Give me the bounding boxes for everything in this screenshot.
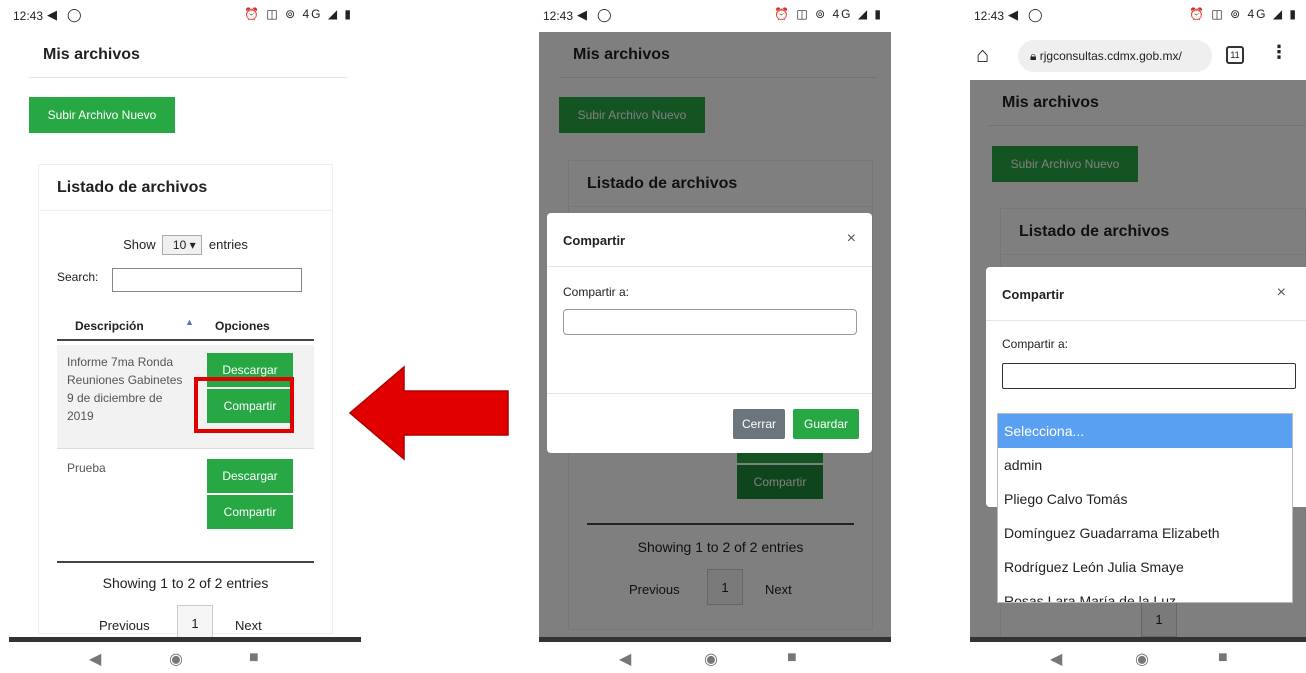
tabs-icon[interactable]: 11	[1226, 46, 1244, 64]
url-text: rjgconsultas.cdmx.gob.mx/	[1039, 49, 1182, 63]
android-nav-bar: ◀ ◉ ■	[9, 637, 361, 673]
whatsapp-icon: ◯	[597, 7, 612, 22]
whatsapp-icon: ◯	[1028, 7, 1043, 22]
telegram-icon: ◀	[577, 7, 587, 22]
recents-icon[interactable]: ■	[249, 649, 259, 667]
home-circle-icon[interactable]: ◉	[704, 649, 718, 669]
share-to-input[interactable]	[563, 309, 857, 335]
dropdown-option[interactable]: Rosas Lara María de la Luz	[998, 584, 1292, 602]
close-icon[interactable]: ×	[847, 230, 856, 248]
page-1-button[interactable]: 1	[177, 605, 213, 637]
nav-divider	[539, 637, 891, 642]
sort-asc-icon[interactable]: ▲	[185, 317, 194, 327]
page-title: Mis archivos	[43, 46, 140, 63]
home-circle-icon[interactable]: ◉	[169, 649, 183, 669]
save-button[interactable]: Guardar	[793, 409, 859, 439]
row-description: Prueba	[67, 461, 106, 475]
status-bar: 12:43 ◀ ◯ ⏰ ◫ ⊚ 4G ◢ ▮	[9, 0, 361, 32]
phone-screen-list: 12:43 ◀ ◯ ⏰ ◫ ⊚ 4G ◢ ▮ Mis archivos Subi…	[9, 0, 361, 673]
table-header: Descripción ▲ Opciones	[57, 305, 314, 341]
next-button[interactable]: Next	[235, 618, 262, 633]
column-description[interactable]: Descripción	[75, 319, 144, 333]
modal-header: Compartir ×	[986, 267, 1306, 321]
status-time: 12:43	[13, 9, 44, 23]
search-input[interactable]	[112, 268, 302, 292]
row-description: Informe 7ma Ronda Reuniones Gabinetes 9 …	[67, 355, 183, 423]
recents-icon[interactable]: ■	[787, 649, 797, 667]
arrow-left-icon	[348, 365, 509, 461]
table-row: Prueba Descargar Compartir	[57, 451, 314, 559]
home-icon[interactable]: ⌂	[976, 42, 989, 68]
dropdown-option[interactable]: Pliego Calvo Tomás	[998, 482, 1292, 516]
page-header: Mis archivos	[29, 32, 347, 78]
share-to-label: Compartir a:	[563, 285, 630, 299]
home-circle-icon[interactable]: ◉	[1135, 649, 1149, 669]
share-button[interactable]: Compartir	[207, 495, 293, 529]
pagination: Previous 1 Next	[39, 605, 332, 637]
back-icon[interactable]: ◀	[619, 649, 631, 669]
dropdown-option[interactable]: Domínguez Guadarrama Elizabeth	[998, 516, 1292, 550]
whatsapp-icon: ◯	[67, 7, 82, 22]
dropdown-option[interactable]: admin	[998, 448, 1292, 482]
entries-label: entries	[208, 237, 248, 252]
status-bar: 12:43 ◀ ◯ ⏰ ◫ ⊚ 4G ◢ ▮	[970, 0, 1306, 32]
close-icon[interactable]: ×	[1277, 284, 1286, 302]
download-button[interactable]: Descargar	[207, 459, 293, 493]
phone-screen-dropdown: 12:43 ◀ ◯ ⏰ ◫ ⊚ 4G ◢ ▮ ⌂ 🔒︎ rjgconsultas…	[970, 0, 1306, 673]
modal-title: Compartir	[1002, 287, 1065, 302]
dropdown-option[interactable]: Selecciona...	[998, 414, 1292, 448]
recents-icon[interactable]: ■	[1218, 649, 1228, 667]
status-time: 12:43	[974, 9, 1005, 23]
status-icons: ⏰ ◫ ⊚ 4G ◢ ▮	[244, 7, 353, 21]
share-to-label: Compartir a:	[1002, 337, 1069, 351]
menu-dots-icon[interactable]: ⋮	[1270, 42, 1288, 63]
entries-control: Show 10 ▾ entries	[39, 235, 332, 255]
close-button[interactable]: Cerrar	[733, 409, 785, 439]
status-bar: 12:43 ◀ ◯ ⏰ ◫ ⊚ 4G ◢ ▮	[539, 0, 891, 32]
table-footer-line	[57, 561, 314, 563]
browser-toolbar: ⌂ 🔒︎ rjgconsultas.cdmx.gob.mx/ 11 ⋮	[970, 32, 1306, 80]
upload-button[interactable]: Subir Archivo Nuevo	[29, 97, 175, 133]
page-content: Mis archivos Subir Archivo Nuevo Listado…	[539, 32, 891, 637]
user-dropdown-list[interactable]: Selecciona... admin Pliego Calvo Tomás D…	[997, 413, 1293, 603]
previous-button[interactable]: Previous	[99, 618, 150, 633]
android-nav-bar: ◀ ◉ ■	[539, 637, 891, 673]
list-title: Listado de archivos	[39, 165, 332, 211]
status-icons: ⏰ ◫ ⊚ 4G ◢ ▮	[1189, 7, 1298, 21]
status-icons: ⏰ ◫ ⊚ 4G ◢ ▮	[774, 7, 883, 21]
entries-select[interactable]: 10 ▾	[162, 235, 203, 255]
modal-header: Compartir ×	[547, 213, 872, 267]
page-content: Mis archivos Subir Archivo Nuevo Listado…	[9, 32, 361, 637]
search-label: Search:	[57, 270, 99, 284]
telegram-icon: ◀	[47, 7, 57, 22]
showing-info: Showing 1 to 2 of 2 entries	[102, 575, 269, 591]
dropdown-option[interactable]: Rodríguez León Julia Smaye	[998, 550, 1292, 584]
nav-divider	[9, 637, 361, 642]
back-icon[interactable]: ◀	[89, 649, 101, 669]
phone-screen-modal: 12:43 ◀ ◯ ⏰ ◫ ⊚ 4G ◢ ▮ Mis archivos Subi…	[539, 0, 891, 673]
share-to-input[interactable]	[1002, 363, 1296, 389]
modal-title: Compartir	[563, 233, 626, 248]
android-nav-bar: ◀ ◉ ■	[970, 637, 1306, 673]
back-icon[interactable]: ◀	[1050, 649, 1062, 669]
show-label: Show	[123, 237, 156, 252]
lock-icon: 🔒︎	[1030, 49, 1037, 63]
nav-divider	[970, 637, 1306, 642]
share-modal: Compartir × Compartir a: Cerrar Guardar	[547, 213, 872, 453]
modal-footer: Cerrar Guardar	[547, 393, 872, 453]
highlight-box	[194, 377, 294, 433]
url-field[interactable]: 🔒︎ rjgconsultas.cdmx.gob.mx/	[1018, 40, 1212, 72]
status-time: 12:43	[543, 9, 574, 23]
telegram-icon: ◀	[1008, 7, 1018, 22]
column-options: Opciones	[215, 319, 270, 333]
